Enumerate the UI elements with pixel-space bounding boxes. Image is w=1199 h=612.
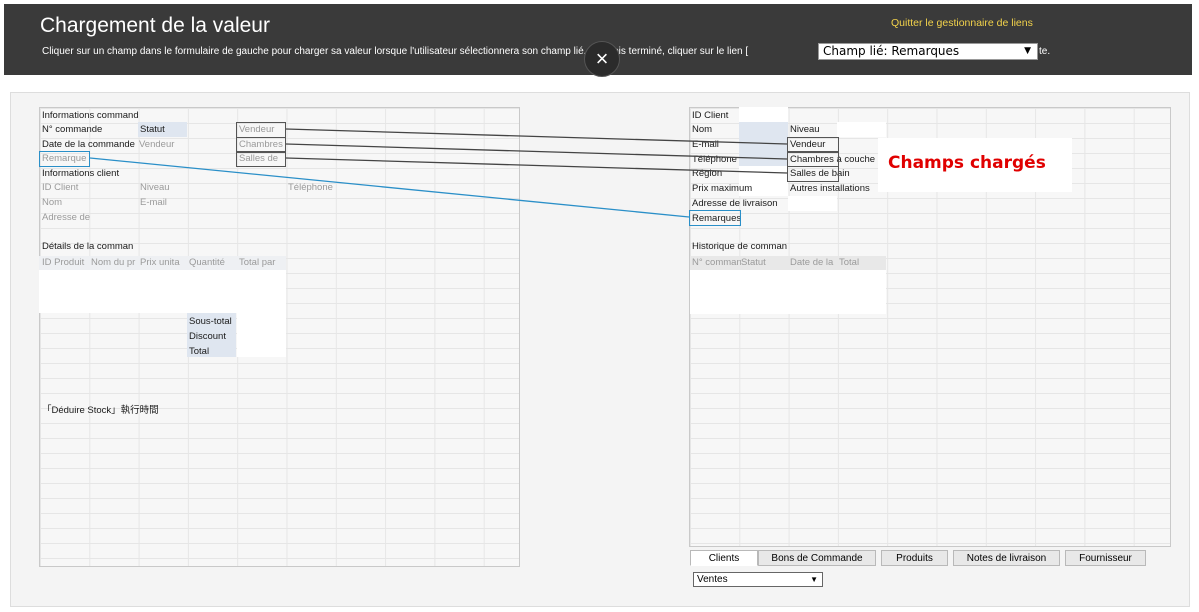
section-order-info: Informations command — [42, 110, 139, 121]
section-order-details: Détails de la comman — [42, 241, 134, 252]
order-date-label: Date de la commande — [42, 139, 135, 150]
discount-label: Discount — [189, 331, 226, 342]
view-select-value: Ventes — [697, 574, 728, 585]
chevron-down-icon: ▼ — [1024, 46, 1031, 56]
total-label: Total — [189, 346, 210, 357]
col-total: Total — [839, 257, 860, 268]
instruction-text: Cliquer sur un champ dans le formulaire … — [42, 46, 749, 57]
linked-field-select-value: Champ lié: Remarques — [823, 44, 960, 58]
bedrooms-link-box-right — [787, 151, 839, 167]
chevron-down-icon: ▼ — [810, 575, 818, 584]
view-select[interactable]: Ventes ▼ — [693, 572, 823, 587]
col-product-name: Nom du pr — [91, 257, 136, 268]
client-id-label-right: ID Client — [692, 110, 729, 121]
bathrooms-link-box-right — [787, 166, 839, 182]
order-no-label: N° commande — [42, 124, 103, 135]
other-facilities-label: Autres installations — [790, 183, 870, 194]
cell-bg — [39, 270, 286, 313]
address-field[interactable]: Adresse de — [42, 211, 90, 224]
cell-bg — [837, 122, 886, 137]
tab-label: Produits — [896, 553, 933, 564]
tab-label: Bons de Commande — [771, 553, 863, 564]
col-total-par: Total par — [239, 257, 276, 268]
close-icon: × — [595, 46, 609, 71]
cell-bg — [690, 270, 886, 314]
bathrooms-link-box-left — [236, 151, 286, 167]
tab-products[interactable]: Produits — [881, 550, 948, 566]
page-title: Chargement de la valeur — [40, 14, 270, 37]
annotation-text: Champs chargés — [888, 153, 1046, 173]
remark-link-box-left — [39, 151, 90, 167]
cell-bg — [237, 313, 286, 357]
tab-suppliers[interactable]: Fournisseur — [1065, 550, 1146, 566]
tab-clients[interactable]: Clients — [690, 550, 758, 566]
email-field[interactable]: E-mail — [140, 196, 167, 209]
region-label-right: Région — [692, 168, 723, 179]
col-unit-price: Prix unita — [140, 257, 180, 268]
col-product-id: ID Produit — [42, 257, 85, 268]
section-order-history: Historique de comman — [692, 241, 788, 252]
vendor-link-box-left — [236, 122, 286, 138]
quit-link-manager-link[interactable]: Quitter le gestionnaire de liens — [891, 17, 1033, 29]
col-status: Statut — [741, 256, 766, 269]
client-id-field[interactable]: ID Client — [42, 181, 78, 194]
cell-bg — [739, 107, 788, 123]
name-field[interactable]: Nom — [42, 196, 62, 209]
deduct-stock-label: 「Déduire Stock」執行時間 — [42, 405, 159, 416]
close-button[interactable]: × — [584, 41, 620, 77]
level-field[interactable]: Niveau — [140, 181, 170, 194]
max-price-label: Prix maximum — [692, 183, 753, 194]
annotation-box: Champs chargés — [878, 138, 1072, 192]
status-label: Statut — [140, 124, 165, 135]
tab-label: Fournisseur — [1079, 553, 1132, 564]
email-label-right: E-mail — [692, 139, 719, 150]
level-label-right: Niveau — [790, 124, 820, 135]
cell-bg — [739, 122, 788, 166]
tab-label: Notes de livraison — [966, 553, 1047, 564]
remarks-link-box-right — [689, 210, 741, 226]
col-date: Date de la — [790, 257, 834, 268]
name-label-right: Nom — [692, 124, 713, 135]
linked-field-select[interactable]: Champ lié: Remarques ▼ — [818, 43, 1038, 60]
phone-label-right: Téléphone — [692, 154, 737, 165]
cell-bg — [788, 196, 837, 211]
tab-delivery-notes[interactable]: Notes de livraison — [953, 550, 1060, 566]
vendor2-label: Vendeur — [139, 139, 175, 150]
phone-field[interactable]: Téléphone — [288, 181, 333, 194]
delivery-address-label: Adresse de livraison — [692, 198, 778, 209]
tab-label: Clients — [708, 553, 740, 564]
section-client-info: Informations client — [42, 168, 120, 179]
col-quantity: Quantité — [189, 257, 225, 268]
tab-purchase-orders[interactable]: Bons de Commande — [758, 550, 876, 566]
subtotal-label: Sous-total — [189, 316, 232, 327]
instruction-text-end: te. — [1039, 46, 1051, 57]
